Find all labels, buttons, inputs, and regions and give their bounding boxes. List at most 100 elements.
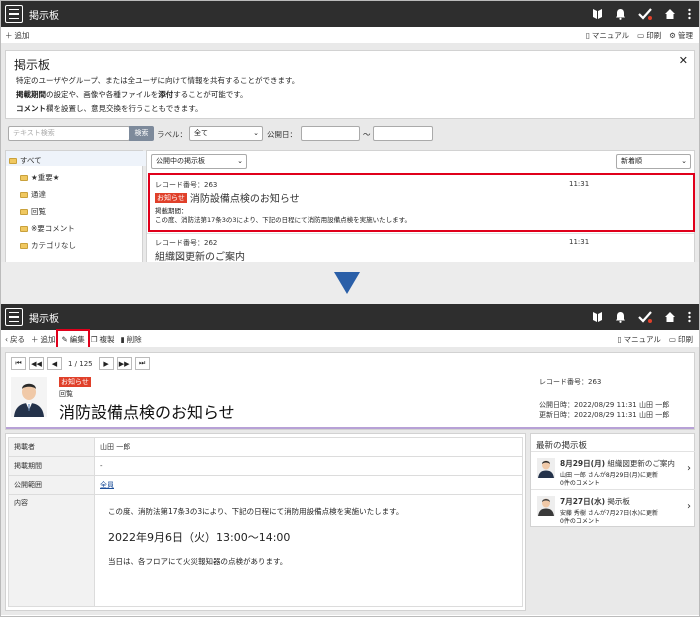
- period-value: -: [94, 456, 523, 476]
- sort-select-value: 新着順: [621, 157, 642, 165]
- latest-title: 最新の掲示板: [536, 441, 588, 451]
- prev-page-icon[interactable]: ◀: [47, 357, 62, 370]
- app-title: 掲示板: [29, 313, 59, 325]
- prev-10-icon[interactable]: ◀◀: [29, 357, 44, 370]
- next-10-icon[interactable]: ▶▶: [116, 357, 132, 370]
- first-page-icon[interactable]: ⏮: [11, 357, 26, 370]
- check-icon[interactable]: [638, 8, 652, 20]
- filter-select[interactable]: 公開中の掲示板 ⌄: [151, 154, 247, 169]
- top-toolbar: ＋追加 ▯ マニュアル ▭ 印刷 ⚙ 管理: [1, 27, 699, 43]
- app-title: 掲示板: [29, 10, 59, 22]
- avatar: [11, 377, 47, 417]
- date-to-input[interactable]: [373, 126, 433, 141]
- latest-item-heading: 8月29日(月) 組織図更新のご案内: [560, 458, 675, 469]
- next-page-icon[interactable]: ▶: [98, 357, 114, 370]
- delete-label: 削除: [126, 334, 142, 344]
- latest-item-title: 掲示板: [607, 497, 630, 506]
- close-icon[interactable]: ✕: [679, 54, 688, 67]
- add-button[interactable]: ＋追加: [31, 334, 56, 345]
- copy-label: 複製: [99, 334, 115, 344]
- copy-button[interactable]: ❐ 複製: [91, 334, 115, 345]
- more-vertical-icon[interactable]: [688, 8, 691, 20]
- category-tree: すべて ★重要★ 通達 回覧 ※要コメント カテゴリなし: [5, 150, 147, 262]
- latest-item-comments: 0件のコメント: [560, 518, 600, 525]
- pager: ⏮ ◀◀ ◀ 1 / 125 ▶ ▶▶ ⏭: [11, 357, 150, 370]
- scope-link[interactable]: 全員: [100, 481, 114, 489]
- bookmark-icon[interactable]: [592, 311, 603, 323]
- search-input[interactable]: テキスト検索: [8, 126, 130, 141]
- tree-label: 回覧: [31, 207, 46, 216]
- public-date-label: 公開日：: [267, 130, 297, 139]
- table-row: 掲載者 山田 一郎: [8, 437, 523, 457]
- tilde: ～: [363, 130, 371, 139]
- published-datetime: 公開日時：2022/08/29 11:31 山田 一郎: [539, 401, 670, 409]
- folder-icon: [20, 225, 28, 232]
- accent-divider: [6, 427, 694, 429]
- tree-item-all[interactable]: すべて: [9, 155, 42, 166]
- info-title: 掲示板: [14, 58, 51, 72]
- add-label: 追加: [14, 30, 30, 40]
- check-icon[interactable]: [638, 311, 652, 323]
- avatar: [537, 496, 555, 516]
- label-select-value: 全て: [194, 129, 208, 137]
- bell-icon[interactable]: [615, 311, 626, 323]
- menu-icon[interactable]: [5, 308, 23, 326]
- scope-label: 公開範囲: [8, 475, 95, 495]
- pager-position: 1 / 125: [68, 359, 93, 368]
- table-row: 公開範囲 全員: [8, 475, 523, 495]
- delete-button[interactable]: ▮ 削除: [121, 334, 142, 345]
- bell-icon[interactable]: [615, 8, 626, 20]
- back-label: 戻る: [10, 334, 25, 344]
- print-button[interactable]: ▭ 印刷: [669, 334, 693, 345]
- manual-button[interactable]: ▯ マニュアル: [586, 30, 629, 41]
- table-row: 掲載期間 -: [8, 456, 523, 476]
- add-label: 追加: [40, 334, 56, 344]
- latest-item-date: 7月27日(水): [560, 497, 606, 506]
- info-text: することが可能です。: [173, 90, 248, 99]
- record-title: 組織図更新のご案内: [155, 252, 245, 262]
- label-select[interactable]: 全て ⌄: [189, 126, 263, 141]
- folder-icon: [20, 174, 28, 181]
- search-button[interactable]: 検索: [129, 126, 154, 141]
- menu-icon[interactable]: [5, 5, 23, 23]
- search-row: テキスト検索 検索 ラベル： 全て ⌄ 公開日： ～: [5, 123, 695, 144]
- bookmark-icon[interactable]: [592, 8, 603, 20]
- book-icon: ▯: [585, 30, 590, 40]
- latest-item-heading: 7月27日(水) 掲示板: [560, 496, 630, 507]
- tree-item-comment[interactable]: ※要コメント: [20, 223, 75, 234]
- top-header-bar: 掲示板: [1, 1, 699, 27]
- highlight-box: [148, 173, 695, 232]
- print-button[interactable]: ▭ 印刷: [637, 30, 661, 41]
- info-panel: 掲示板 ✕ 特定のユーザやグループ、または全ユーザに向けて情報を共有することがで…: [5, 50, 695, 119]
- latest-item[interactable]: 8月29日(月) 組織図更新のご案内 山田 一郎 さんが8月29日(月)に更新 …: [531, 451, 695, 489]
- chevron-right-icon: ›: [687, 463, 691, 474]
- home-icon[interactable]: [664, 311, 676, 323]
- add-button[interactable]: ＋追加: [5, 30, 30, 41]
- poster-label: 掲載者: [8, 437, 95, 457]
- tree-item-notice[interactable]: 通達: [20, 189, 46, 200]
- sort-select[interactable]: 新着順 ⌄: [616, 154, 691, 169]
- bottom-header-bar: 掲示板: [1, 304, 699, 330]
- tree-item-uncategorized[interactable]: カテゴリなし: [20, 240, 76, 251]
- record-time: 11:31: [569, 238, 590, 246]
- latest-item[interactable]: 7月27日(水) 掲示板 安藤 秀樹 さんが7月27日(水)に更新 0件のコメン…: [531, 489, 695, 527]
- tree-item-important[interactable]: ★重要★: [20, 172, 59, 183]
- plus-icon: ＋: [5, 30, 13, 40]
- chevron-left-icon: ‹: [5, 334, 8, 344]
- category-label: 回覧: [59, 390, 73, 398]
- tree-label: ★重要★: [31, 173, 60, 182]
- tree-label: ※要コメント: [31, 224, 75, 233]
- last-page-icon[interactable]: ⏭: [134, 357, 150, 370]
- info-text: 欄を設置し、意見交換を行うこともできます。: [46, 104, 203, 113]
- home-icon[interactable]: [664, 8, 676, 20]
- more-vertical-icon[interactable]: [688, 311, 691, 323]
- label-label: ラベル：: [157, 130, 187, 139]
- manage-button[interactable]: ⚙ 管理: [669, 30, 693, 41]
- detail-body: 掲載者 山田 一郎 掲載期間 - 公開範囲 全員 内容 この度、消防法第17条3の3に…: [5, 433, 526, 611]
- tree-item-circular[interactable]: 回覧: [20, 206, 46, 217]
- manual-button[interactable]: ▯ マニュアル: [617, 334, 660, 345]
- date-from-input[interactable]: [301, 126, 360, 141]
- info-text: の設定や、画像や各種ファイルを: [46, 90, 159, 99]
- copy-icon: ❐: [90, 334, 98, 344]
- back-button[interactable]: ‹ 戻る: [5, 334, 25, 345]
